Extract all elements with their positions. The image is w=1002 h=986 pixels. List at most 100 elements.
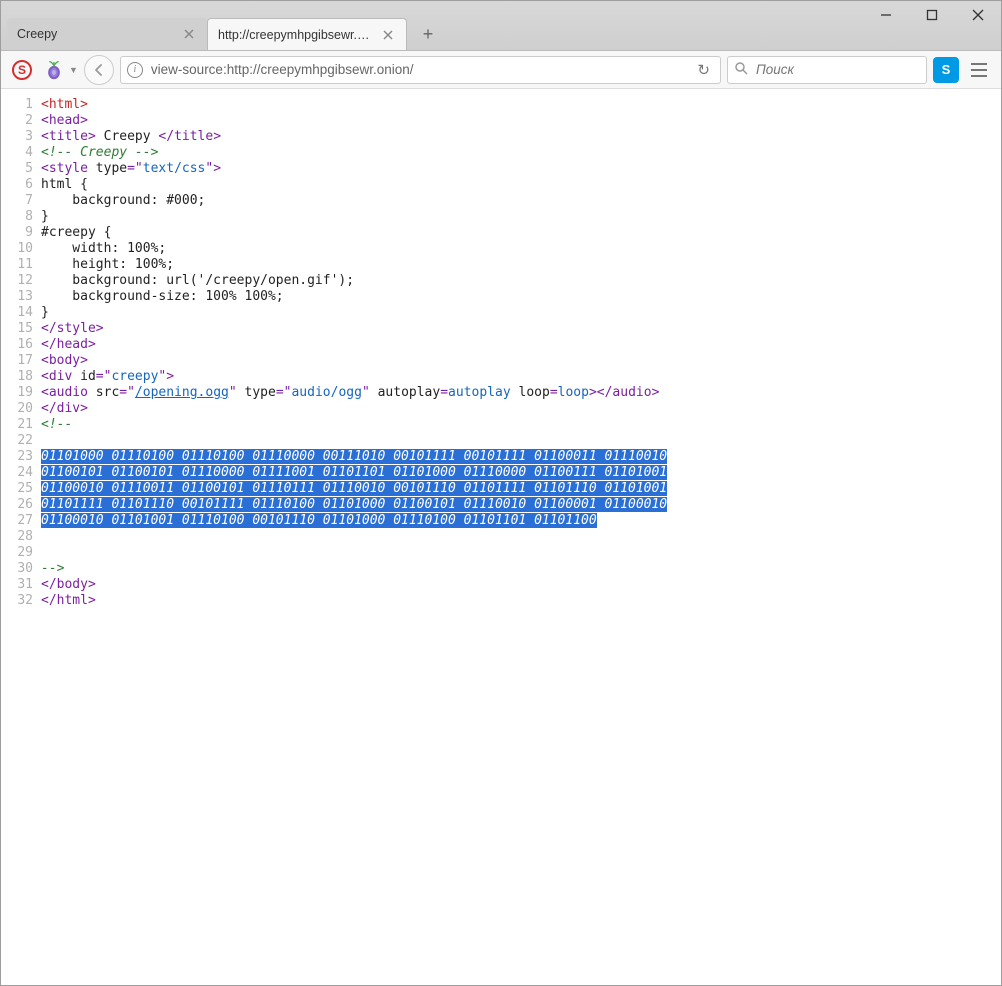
line-code[interactable]: <html> [41, 97, 1001, 113]
view-source-pane[interactable]: 1<html>2<head>3<title> Creepy </title>4<… [1, 89, 1001, 985]
minimize-button[interactable] [863, 1, 909, 29]
line-number: 22 [1, 433, 41, 449]
close-icon[interactable] [181, 26, 197, 42]
source-line[interactable]: 32</html> [1, 593, 1001, 609]
source-line[interactable]: 14} [1, 305, 1001, 321]
source-line[interactable]: 2301101000 01110100 01110100 01110000 00… [1, 449, 1001, 465]
source-line[interactable]: 30--> [1, 561, 1001, 577]
line-code[interactable]: background: #000; [41, 193, 1001, 209]
menu-button[interactable] [965, 57, 993, 83]
source-line[interactable]: 2701100010 01101001 01110100 00101110 01… [1, 513, 1001, 529]
line-number: 24 [1, 465, 41, 481]
source-line[interactable]: 4<!-- Creepy --> [1, 145, 1001, 161]
source-line[interactable]: 29 [1, 545, 1001, 561]
maximize-button[interactable] [909, 1, 955, 29]
source-line[interactable]: 3<title> Creepy </title> [1, 129, 1001, 145]
tab-strip: Creepy http://creepymhpgibsewr.oni... + [1, 1, 441, 50]
line-code[interactable]: 01100010 01110011 01100101 01110111 0111… [41, 481, 1001, 497]
line-code[interactable]: } [41, 209, 1001, 225]
close-icon[interactable] [380, 27, 396, 43]
source-line[interactable]: 28 [1, 529, 1001, 545]
line-code[interactable]: <body> [41, 353, 1001, 369]
line-number: 12 [1, 273, 41, 289]
source-line[interactable]: 17<body> [1, 353, 1001, 369]
line-code[interactable] [41, 433, 1001, 449]
source-line[interactable]: 15</style> [1, 321, 1001, 337]
line-code[interactable]: </div> [41, 401, 1001, 417]
address-bar[interactable]: i ↻ [120, 56, 721, 84]
line-number: 15 [1, 321, 41, 337]
source-line[interactable]: 7 background: #000; [1, 193, 1001, 209]
source-line[interactable]: 21<!-- [1, 417, 1001, 433]
source-line[interactable]: 31</body> [1, 577, 1001, 593]
search-bar[interactable] [727, 56, 927, 84]
source-line[interactable]: 9#creepy { [1, 225, 1001, 241]
reload-icon[interactable]: ↻ [693, 61, 714, 79]
line-code[interactable]: --> [41, 561, 1001, 577]
line-code[interactable]: </style> [41, 321, 1001, 337]
tor-onion-icon[interactable] [41, 57, 67, 83]
line-code[interactable]: </body> [41, 577, 1001, 593]
line-number: 30 [1, 561, 41, 577]
line-number: 9 [1, 225, 41, 241]
source-line[interactable]: 10 width: 100%; [1, 241, 1001, 257]
new-tab-button[interactable]: + [415, 21, 441, 47]
source-line[interactable]: 20</div> [1, 401, 1001, 417]
line-code[interactable]: <!-- [41, 417, 1001, 433]
line-code[interactable]: height: 100%; [41, 257, 1001, 273]
line-code[interactable]: <style type="text/css"> [41, 161, 1001, 177]
source-line[interactable]: 2601101111 01101110 00101111 01110100 01… [1, 497, 1001, 513]
source-line[interactable]: 5<style type="text/css"> [1, 161, 1001, 177]
line-number: 32 [1, 593, 41, 609]
source-line[interactable]: 11 height: 100%; [1, 257, 1001, 273]
source-line[interactable]: 2401100101 01100101 01110000 01111001 01… [1, 465, 1001, 481]
source-line[interactable]: 19<audio src="/opening.ogg" type="audio/… [1, 385, 1001, 401]
line-code[interactable]: </head> [41, 337, 1001, 353]
line-number: 14 [1, 305, 41, 321]
source-line[interactable]: 8} [1, 209, 1001, 225]
line-code[interactable]: </html> [41, 593, 1001, 609]
line-code[interactable]: 01101000 01110100 01110100 01110000 0011… [41, 449, 1001, 465]
source-line[interactable]: 2501100010 01110011 01100101 01110111 01… [1, 481, 1001, 497]
line-code[interactable]: width: 100%; [41, 241, 1001, 257]
line-code[interactable]: background: url('/creepy/open.gif'); [41, 273, 1001, 289]
search-input[interactable] [754, 61, 937, 78]
line-code[interactable]: #creepy { [41, 225, 1001, 241]
tab-creepy[interactable]: Creepy [7, 18, 207, 50]
line-code[interactable]: 01100101 01100101 01110000 01111001 0110… [41, 465, 1001, 481]
source-line[interactable]: 12 background: url('/creepy/open.gif'); [1, 273, 1001, 289]
line-code[interactable]: <!-- Creepy --> [41, 145, 1001, 161]
line-code[interactable] [41, 545, 1001, 561]
line-code[interactable]: 01101111 01101110 00101111 01110100 0110… [41, 497, 1001, 513]
line-code[interactable]: html { [41, 177, 1001, 193]
noscript-icon[interactable]: S [9, 57, 35, 83]
extension-badge-label: S [942, 62, 951, 77]
line-code[interactable]: <audio src="/opening.ogg" type="audio/og… [41, 385, 1001, 401]
line-code[interactable] [41, 529, 1001, 545]
line-number: 8 [1, 209, 41, 225]
source-line[interactable]: 1<html> [1, 97, 1001, 113]
line-code[interactable]: } [41, 305, 1001, 321]
close-button[interactable] [955, 1, 1001, 29]
line-code[interactable]: <title> Creepy </title> [41, 129, 1001, 145]
url-input[interactable] [149, 61, 688, 78]
nav-toolbar: S ▼ i ↻ S [1, 51, 1001, 89]
tab-view-source[interactable]: http://creepymhpgibsewr.oni... [207, 18, 407, 50]
line-number: 20 [1, 401, 41, 417]
dropdown-icon[interactable]: ▼ [69, 65, 78, 75]
line-code[interactable]: 01100010 01101001 01110100 00101110 0110… [41, 513, 1001, 529]
line-number: 31 [1, 577, 41, 593]
line-number: 6 [1, 177, 41, 193]
extension-icon[interactable]: S [933, 57, 959, 83]
line-code[interactable]: background-size: 100% 100%; [41, 289, 1001, 305]
source-line[interactable]: 16</head> [1, 337, 1001, 353]
source-line[interactable]: 2<head> [1, 113, 1001, 129]
source-line[interactable]: 22 [1, 433, 1001, 449]
line-code[interactable]: <div id="creepy"> [41, 369, 1001, 385]
source-line[interactable]: 13 background-size: 100% 100%; [1, 289, 1001, 305]
back-button[interactable] [84, 55, 114, 85]
site-info-icon[interactable]: i [127, 62, 143, 78]
source-line[interactable]: 18<div id="creepy"> [1, 369, 1001, 385]
source-line[interactable]: 6html { [1, 177, 1001, 193]
line-code[interactable]: <head> [41, 113, 1001, 129]
